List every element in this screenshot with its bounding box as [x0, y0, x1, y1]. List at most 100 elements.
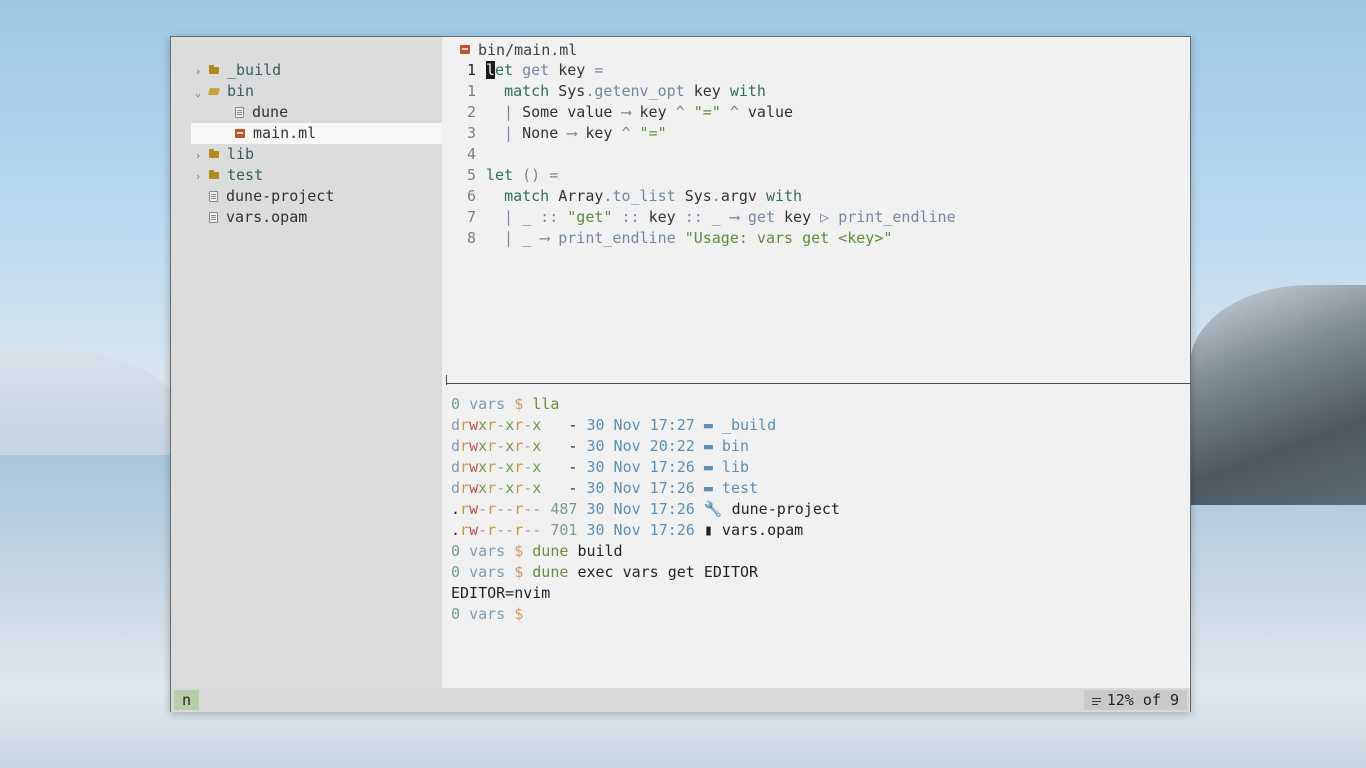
tree-item-dune[interactable]: dune [191, 102, 442, 123]
code-token: get [522, 61, 559, 79]
terminal-token: 30 Nov 17:26 [586, 500, 704, 518]
terminal-token: -- [523, 521, 551, 539]
code-line[interactable]: 5 let () = [442, 165, 558, 186]
mode-indicator: n [174, 690, 199, 710]
code-line[interactable]: 8 | _ ⟶ print_endline "Usage: vars get <… [442, 228, 892, 249]
terminal-token: ▬ lib [703, 458, 750, 476]
tree-item-bin[interactable]: ⌄ bin [191, 81, 442, 102]
line-number: 2 [466, 103, 476, 121]
tree-item-lib[interactable]: › lib [191, 144, 442, 165]
code-token: ⟶ [567, 124, 586, 142]
position-text: 12% of 9 [1106, 691, 1179, 709]
terminal-token: x [505, 479, 515, 497]
code-token: key [558, 61, 595, 79]
terminal-token: x [478, 479, 488, 497]
tree-item-test[interactable]: › test [191, 165, 442, 186]
terminal-line: .rw-r--r-- 701 30 Nov 17:26 ▮ vars.opam [451, 520, 803, 541]
terminal-token: . [451, 521, 461, 539]
chevron-right-icon[interactable]: › [191, 166, 205, 187]
terminal-token: x [478, 458, 488, 476]
text-cursor: l [486, 61, 496, 79]
terminal-token: - [541, 437, 587, 455]
terminal-line: EDITOR=nvim [451, 583, 550, 604]
terminal-line: drwxr-xr-x - 30 Nov 20:22 ▬ bin [451, 436, 749, 457]
chevron-down-icon[interactable]: ⌄ [191, 82, 205, 103]
code-line[interactable]: 4 [442, 144, 486, 165]
code-token: let [486, 166, 523, 184]
code-editor[interactable]: bin/main.ml 1 let get key = 1 match Sys.ge… [442, 37, 1190, 382]
terminal-token: r [460, 521, 470, 539]
terminal-token: - [523, 458, 533, 476]
code-token: | [486, 103, 523, 121]
terminal-token: d [451, 416, 461, 434]
terminal-token: r [460, 437, 470, 455]
code-token: Sys [558, 82, 586, 100]
terminal-token: - [478, 500, 488, 518]
code-token: = [594, 61, 604, 79]
split-divider[interactable] [446, 383, 1190, 384]
code-token: match [504, 82, 559, 100]
chevron-right-icon[interactable]: › [191, 61, 205, 82]
line-number: 4 [466, 145, 476, 163]
code-token: ^ [729, 103, 748, 121]
tree-item-dune-project[interactable]: dune-project [191, 186, 442, 207]
file-icon [209, 190, 218, 202]
terminal-token: x [505, 458, 515, 476]
code-line[interactable]: 1 let get key = [442, 60, 603, 81]
terminal-token: - [523, 416, 533, 434]
line-number: 1 [466, 61, 476, 79]
terminal-token: r [514, 500, 524, 518]
status-bar: n 12% of 9 [171, 688, 1190, 712]
code-token: Sys [684, 187, 712, 205]
terminal-token: 0 [451, 395, 470, 413]
code-token: with [765, 187, 803, 205]
terminal-line: drwxr-xr-x - 30 Nov 17:26 ▬ lib [451, 457, 749, 478]
code-token: | _ :: [486, 208, 568, 226]
code-token: "get" [567, 208, 622, 226]
code-token: ⟶ [621, 103, 640, 121]
terminal-pane[interactable]: 0 vars $ lla drwxr-xr-x - 30 Nov 17:27 ▬ … [442, 385, 1190, 688]
terminal-token: w [469, 437, 479, 455]
file-icon [209, 211, 218, 223]
code-token: ^ [621, 124, 640, 142]
line-number: 8 [466, 229, 476, 247]
chevron-right-icon[interactable]: › [191, 145, 205, 166]
tree-item-label: lib [227, 145, 255, 163]
terminal-token: 0 [451, 563, 470, 581]
line-number: 1 [466, 82, 476, 100]
code-token: argv [720, 187, 766, 205]
code-token: :: [621, 208, 649, 226]
code-line[interactable]: 3 | None ⟶ key ^ "=" [442, 123, 667, 144]
code-token: key [639, 103, 676, 121]
terminal-token: dune [532, 542, 578, 560]
terminal-token: r [487, 416, 497, 434]
tree-item-label: dune [252, 103, 289, 121]
terminal-token: x [505, 437, 515, 455]
terminal-token: x [505, 416, 515, 434]
terminal-token: r [514, 521, 524, 539]
terminal-token: - [478, 521, 488, 539]
buffer-tab[interactable]: bin/main.ml [458, 40, 577, 60]
terminal-token: r [514, 416, 524, 434]
code-line[interactable]: 7 | _ :: "get" :: key :: _ ⟶ get key ▷ p… [442, 207, 956, 228]
terminal-token: 30 Nov 17:26 [586, 458, 704, 476]
terminal-line: .rw-r--r-- 487 30 Nov 17:26 🔧 dune-proje… [451, 499, 840, 520]
code-line[interactable]: 1 match Sys.getenv_opt key with [442, 81, 766, 102]
tree-item-main-ml[interactable]: main.ml [191, 123, 442, 144]
code-line[interactable]: 6 match Array.to_list Sys.argv with [442, 186, 802, 207]
line-number: 3 [466, 124, 476, 142]
terminal-token: d [451, 458, 461, 476]
code-line[interactable]: 2 | Some value ⟶ key ^ "=" ^ value [442, 102, 793, 123]
code-token: | [486, 124, 523, 142]
terminal-line: 0 vars $ lla [451, 394, 559, 415]
terminal-token: 30 Nov 20:22 [586, 437, 704, 455]
terminal-token: x [532, 479, 542, 497]
terminal-token: $ [514, 563, 533, 581]
ocaml-file-icon [235, 128, 245, 138]
code-token: "=" [693, 103, 730, 121]
terminal-token: ▬ bin [703, 437, 750, 455]
terminal-token: ▬ _build [703, 416, 777, 434]
tree-item-build[interactable]: › _build [191, 60, 442, 81]
terminal-token: $ [514, 395, 533, 413]
tree-item-vars-opam[interactable]: vars.opam [191, 207, 442, 228]
